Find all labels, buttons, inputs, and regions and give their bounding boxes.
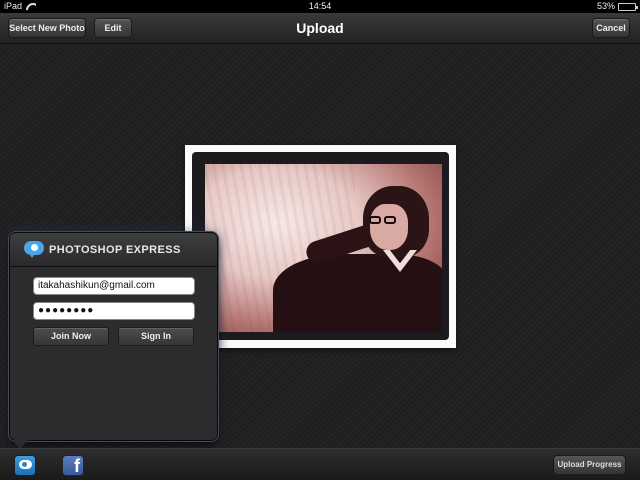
battery-percent: 53% (596, 1, 615, 11)
email-field[interactable]: itakahashikun@gmail.com (33, 277, 195, 295)
sign-in-button[interactable]: Sign In (118, 327, 194, 346)
password-field[interactable]: ●●●●●●●● (33, 302, 195, 320)
page-title: Upload (296, 20, 344, 36)
status-right: 53% (596, 0, 638, 13)
cancel-button[interactable]: Cancel (592, 18, 630, 38)
photo-frame (192, 152, 449, 340)
battery-icon (618, 2, 638, 11)
photo-person-glasses (367, 216, 399, 224)
photoshop-express-icon[interactable] (14, 455, 36, 476)
photoshop-express-login-popover: PHOTOSHOP EXPRESS itakahashikun@gmail.co… (9, 232, 218, 441)
photo-image (205, 164, 442, 332)
upload-progress-button[interactable]: Upload Progress (553, 455, 626, 475)
photo-person-face (370, 204, 408, 250)
popover-header: PHOTOSHOP EXPRESS (10, 233, 217, 267)
top-toolbar: Select New Photo Edit Upload Cancel (0, 13, 640, 44)
facebook-icon[interactable]: f (62, 455, 84, 476)
join-now-button[interactable]: Join Now (33, 327, 109, 346)
status-time: 14:54 (308, 1, 332, 11)
photo-person-body (273, 254, 442, 332)
status-bar: iPad 14:54 53% (0, 0, 640, 13)
photoshop-express-logo-icon (24, 240, 44, 259)
popover-title: PHOTOSHOP EXPRESS (49, 243, 181, 256)
bottom-toolbar: f Upload Progress (0, 448, 640, 480)
facebook-glyph: f (74, 456, 80, 476)
photo-preview (185, 145, 456, 348)
